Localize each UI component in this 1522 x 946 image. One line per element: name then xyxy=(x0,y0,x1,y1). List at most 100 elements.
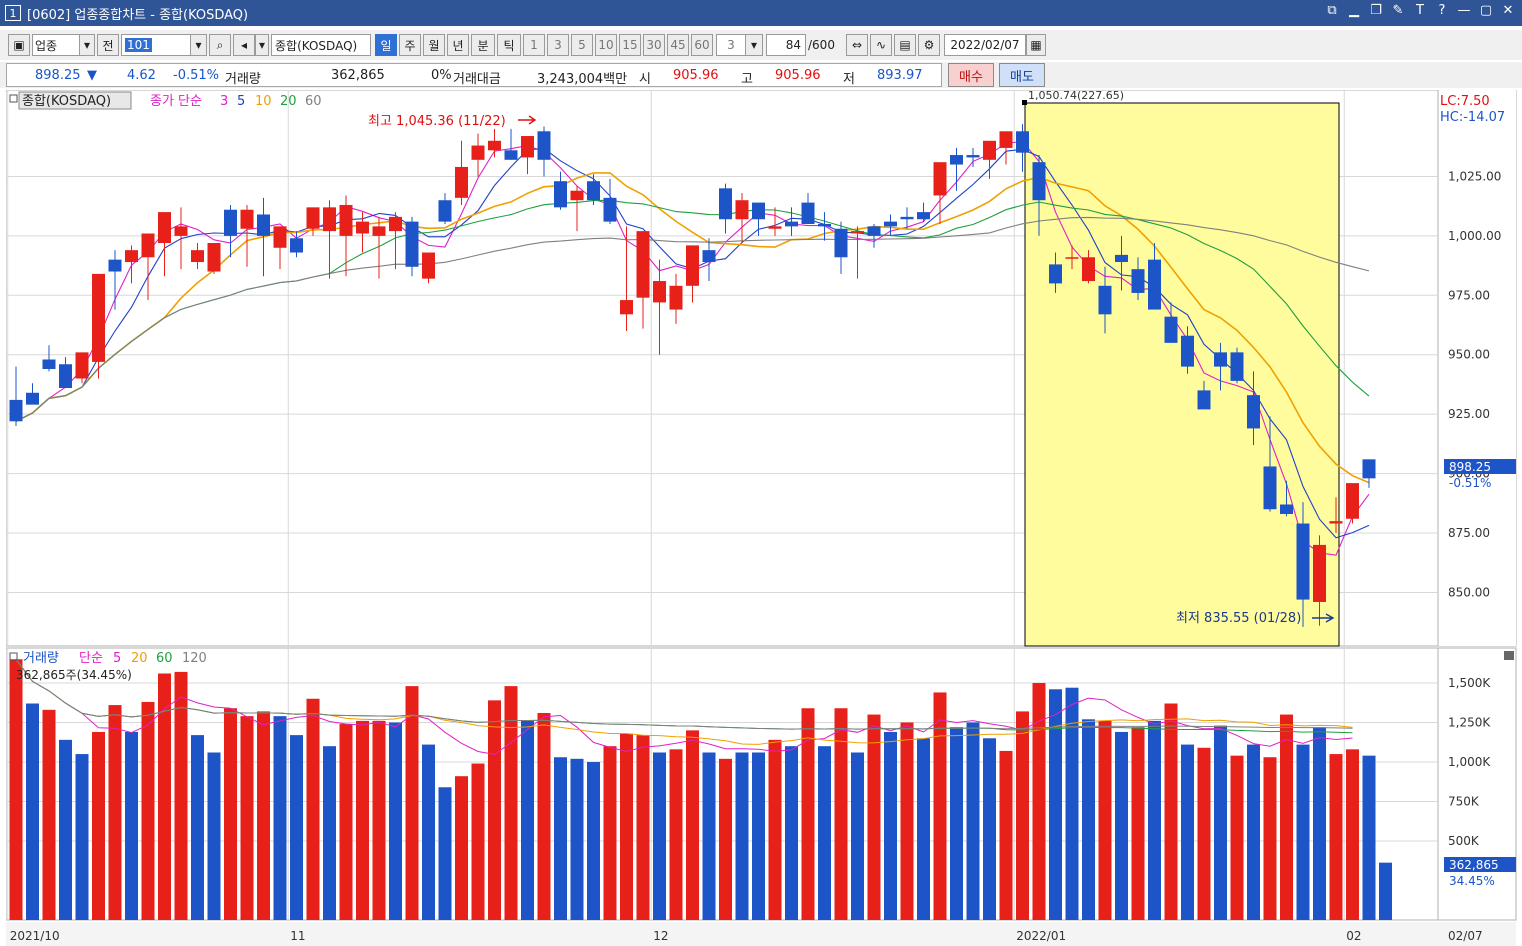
candle-body[interactable] xyxy=(455,166,468,198)
chart-svg[interactable]: 1,025.001,000.00975.00950.00925.00900.00… xyxy=(5,89,1522,946)
minimize-dash-icon[interactable]: ▁ xyxy=(1346,3,1362,18)
candle-body[interactable] xyxy=(488,140,501,151)
volume-bar[interactable] xyxy=(950,727,963,920)
candle-body[interactable] xyxy=(785,221,798,227)
candle-body[interactable] xyxy=(1280,504,1293,515)
volume-bar[interactable] xyxy=(900,722,914,920)
minimize-icon[interactable]: — xyxy=(1456,3,1472,18)
speaker-icon[interactable]: ◂ xyxy=(233,34,255,56)
candle-body[interactable] xyxy=(537,131,551,160)
volume-bar[interactable] xyxy=(884,731,897,920)
candle-body[interactable] xyxy=(9,399,23,422)
candle-body[interactable] xyxy=(207,243,221,272)
candle-body[interactable] xyxy=(521,136,534,158)
volume-bar[interactable] xyxy=(1313,727,1326,920)
maximize-icon[interactable]: ▢ xyxy=(1478,3,1494,18)
volume-bar[interactable] xyxy=(735,752,749,920)
volume-bar[interactable] xyxy=(26,703,39,920)
volume-bar[interactable] xyxy=(1214,725,1227,920)
volume-bar[interactable] xyxy=(422,744,435,920)
search-icon[interactable]: ⌕ xyxy=(209,34,231,56)
volume-bar[interactable] xyxy=(1280,714,1293,920)
candle-body[interactable] xyxy=(950,155,963,165)
volume-bar[interactable] xyxy=(471,763,485,920)
candle-body[interactable] xyxy=(768,226,782,229)
candle-body[interactable] xyxy=(339,204,353,236)
volume-bar[interactable] xyxy=(273,716,287,920)
volume-bar[interactable] xyxy=(59,739,72,920)
category-dropdown-icon[interactable]: ▾ xyxy=(79,34,95,56)
window-restore-icon[interactable]: ⧉ xyxy=(1324,3,1340,18)
volume-bar[interactable] xyxy=(570,758,584,920)
volume-bar[interactable] xyxy=(92,731,105,920)
candle-body[interactable] xyxy=(603,197,617,222)
candle-body[interactable] xyxy=(587,181,600,201)
candle-body[interactable] xyxy=(818,223,831,227)
volume-bar[interactable] xyxy=(42,709,56,920)
candle-body[interactable] xyxy=(174,226,188,236)
volume-bar[interactable] xyxy=(224,708,237,920)
candle-body[interactable] xyxy=(356,221,369,234)
volume-bar[interactable] xyxy=(966,722,980,920)
volume-bar[interactable] xyxy=(818,746,831,920)
help-icon[interactable]: ? xyxy=(1434,3,1450,18)
count-input[interactable]: 84 xyxy=(766,34,806,56)
pane-maximize-icon[interactable] xyxy=(1504,651,1514,660)
candle-body[interactable] xyxy=(570,190,584,201)
candle-body[interactable] xyxy=(389,216,402,232)
volume-bar[interactable] xyxy=(75,754,89,920)
candle-body[interactable] xyxy=(290,238,303,253)
candle-body[interactable] xyxy=(1131,269,1145,293)
volume-bar[interactable] xyxy=(240,716,254,920)
prev-button[interactable]: 전 xyxy=(97,34,119,56)
settings-gear-icon[interactable]: ⚙ xyxy=(918,34,940,56)
calendar-icon[interactable]: ▦ xyxy=(1026,34,1046,56)
candle-body[interactable] xyxy=(851,231,864,234)
candle-body[interactable] xyxy=(1313,544,1326,602)
volume-bar[interactable] xyxy=(785,746,798,920)
candle-body[interactable] xyxy=(900,216,914,220)
interval-input[interactable]: 3 xyxy=(716,34,746,56)
volume-bar[interactable] xyxy=(1296,744,1310,920)
candle-body[interactable] xyxy=(471,145,485,160)
candle-body[interactable] xyxy=(158,212,171,244)
volume-bar[interactable] xyxy=(537,712,551,920)
volume-bar[interactable] xyxy=(834,708,848,920)
candle-body[interactable] xyxy=(735,200,749,220)
period-minute-button[interactable]: 분 xyxy=(471,34,495,56)
interval-dropdown-icon[interactable]: ▾ xyxy=(745,34,763,56)
close-icon[interactable]: ✕ xyxy=(1500,3,1516,18)
volume-bar[interactable] xyxy=(702,752,716,920)
volume-bar[interactable] xyxy=(1181,744,1194,920)
candle-body[interactable] xyxy=(1296,523,1310,600)
volume-bar[interactable] xyxy=(933,692,947,920)
candle-body[interactable] xyxy=(554,181,567,208)
volume-bar[interactable] xyxy=(9,659,23,920)
candle-body[interactable] xyxy=(1016,131,1029,153)
candle-body[interactable] xyxy=(92,273,105,362)
volume-bar[interactable] xyxy=(603,746,617,920)
buy-button[interactable]: 매수 xyxy=(948,63,994,87)
candle-body[interactable] xyxy=(801,202,815,224)
candle-body[interactable] xyxy=(26,392,39,405)
paint-icon[interactable]: ✎ xyxy=(1390,3,1406,18)
candle-body[interactable] xyxy=(59,364,72,389)
volume-bar[interactable] xyxy=(488,700,501,920)
interval-45-button[interactable]: 45 xyxy=(667,34,689,56)
volume-bar[interactable] xyxy=(867,714,881,920)
volume-bar[interactable] xyxy=(1379,862,1392,920)
volume-bar[interactable] xyxy=(636,735,650,920)
candle-body[interactable] xyxy=(1098,285,1112,315)
volume-bar[interactable] xyxy=(851,752,864,920)
volume-bar[interactable] xyxy=(1362,755,1376,920)
candle-body[interactable] xyxy=(438,200,452,222)
volume-bar[interactable] xyxy=(1230,755,1244,920)
candle-body[interactable] xyxy=(1082,257,1095,282)
volume-bar[interactable] xyxy=(405,686,419,920)
range-handle[interactable] xyxy=(1022,100,1027,105)
period-year-button[interactable]: 년 xyxy=(447,34,469,56)
candle-body[interactable] xyxy=(504,150,518,160)
volume-bar[interactable] xyxy=(1148,720,1161,920)
candle-body[interactable] xyxy=(1148,259,1161,310)
volume-bar[interactable] xyxy=(669,749,683,920)
